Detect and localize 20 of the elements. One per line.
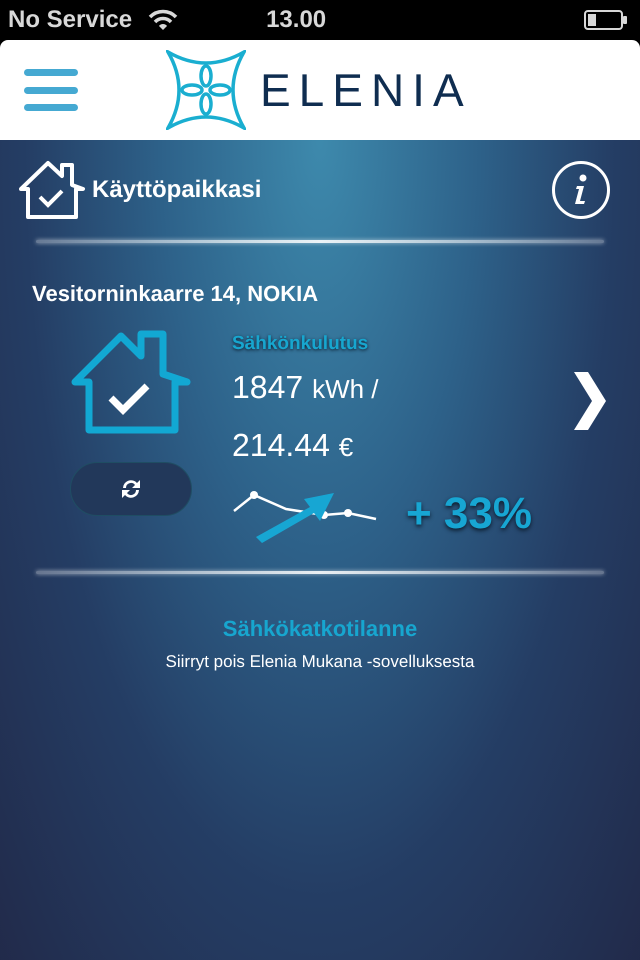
info-button[interactable] [552,161,610,219]
carrier-text: No Service [8,5,132,35]
section-title: Käyttöpaikkasi [92,175,262,205]
house-check-icon [71,330,191,434]
change-percent: + 33% [406,488,532,540]
energy-value: 1847 kWh / [232,368,380,406]
house-check-icon [18,159,86,221]
logo-text: ELENIA [260,62,472,118]
clock-text: 13.00 [266,5,326,35]
cost-value: 214.44 € [232,426,354,464]
outage-link[interactable]: Sähkökatkotilanne [222,612,418,644]
leave-app-note: Siirryt pois Elenia Mukana -sovelluksesta [166,650,474,672]
info-icon [573,174,589,206]
chevron-right-icon[interactable] [572,370,608,432]
logo-icon [166,50,246,130]
refresh-button[interactable] [70,462,192,516]
consumption-label: Sähkönkulutus [232,332,370,356]
site-address: Vesitorninkaarre 14, NOKIA [32,281,318,306]
battery-icon [584,9,628,31]
wifi-icon [148,9,178,31]
